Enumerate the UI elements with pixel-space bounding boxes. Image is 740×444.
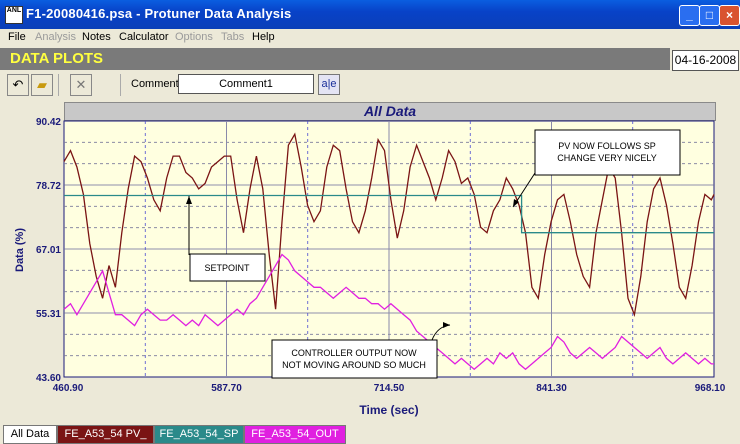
tab-all-data[interactable]: All Data: [3, 425, 57, 444]
tab-sp[interactable]: FE_A53_54_SP: [154, 425, 244, 444]
y-axis-label: Data (%): [14, 228, 26, 272]
annotation-setpoint-text: SETPOINT: [204, 263, 250, 273]
y-tick-label: 55.31: [36, 309, 61, 320]
x-tick-label: 968.10: [695, 383, 726, 394]
x-tick-label: 841.30: [536, 383, 567, 394]
annotation-line: SETPOINT: [204, 263, 250, 273]
tab-out[interactable]: FE_A53_54_OUT: [244, 425, 346, 444]
x-tick-label: 714.50: [374, 383, 405, 394]
x-tick-label: 460.90: [53, 383, 84, 394]
y-tick-label: 90.42: [36, 117, 61, 128]
annotation-line: PV NOW FOLLOWS SP: [558, 141, 656, 151]
x-axis-label: Time (sec): [359, 403, 418, 417]
annotation-line: CHANGE VERY NICELY: [557, 153, 657, 163]
tab-pv[interactable]: FE_A53_54 PV_: [57, 425, 154, 444]
series-tabs: All Data FE_A53_54 PV_ FE_A53_54_SP FE_A…: [0, 423, 740, 444]
y-tick-label: 67.01: [36, 245, 61, 256]
y-tick-label: 78.72: [36, 181, 61, 192]
annotation-line: CONTROLLER OUTPUT NOW: [291, 348, 417, 358]
x-tick-label: 587.70: [211, 383, 242, 394]
annotation-line: NOT MOVING AROUND SO MUCH: [282, 360, 426, 370]
data-plot[interactable]: 90.4278.7267.0155.3143.60460.90 587.70 714…: [0, 0, 740, 443]
